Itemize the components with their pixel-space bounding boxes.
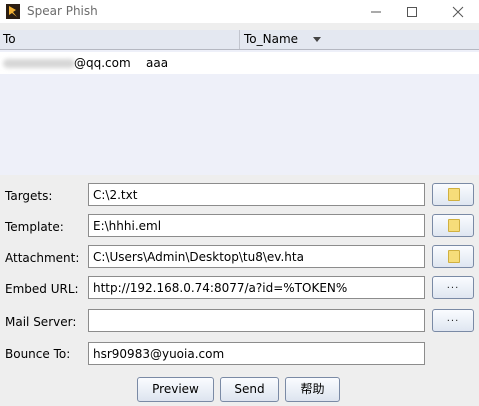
close-icon — [452, 6, 464, 18]
mail-server-label: Mail Server: — [5, 315, 77, 329]
mail-server-settings-button[interactable]: ... — [432, 309, 474, 332]
ellipsis-icon: ... — [446, 280, 460, 291]
folder-icon — [448, 188, 460, 201]
targets-label: Targets: — [5, 189, 53, 203]
table-row[interactable]: @qq.com aaa — [0, 52, 479, 74]
targets-browse-button[interactable] — [432, 183, 474, 206]
column-header-label: To_Name — [244, 32, 299, 46]
maximize-button[interactable] — [396, 0, 428, 23]
template-browse-button[interactable] — [432, 214, 474, 237]
row-email: @qq.com — [74, 56, 131, 70]
ellipsis-icon: ... — [446, 313, 460, 324]
close-button[interactable] — [442, 0, 474, 23]
bounce-to-label: Bounce To: — [5, 347, 71, 361]
folder-icon — [448, 250, 460, 263]
redacted-email-prefix — [3, 59, 75, 68]
targets-table[interactable]: To To_Name @qq.com aaa — [0, 30, 479, 175]
attachment-label: Attachment: — [5, 251, 80, 265]
column-header-to[interactable]: To — [0, 30, 240, 49]
sort-descending-icon — [313, 37, 321, 42]
mail-server-field[interactable] — [88, 309, 425, 332]
app-icon — [6, 4, 20, 19]
attachment-field[interactable] — [88, 245, 425, 268]
window-title: Spear Phish — [27, 4, 98, 18]
send-button[interactable]: Send — [220, 377, 279, 402]
table-header: To To_Name — [0, 30, 479, 50]
targets-field[interactable] — [88, 183, 425, 206]
template-field[interactable] — [88, 214, 425, 237]
help-button[interactable]: 帮助 — [285, 377, 340, 402]
folder-icon — [448, 219, 460, 232]
column-header-to-name[interactable]: To_Name — [241, 30, 479, 49]
embed-url-label: Embed URL: — [5, 282, 79, 296]
embed-url-field[interactable] — [88, 276, 425, 299]
maximize-icon — [407, 7, 417, 17]
bounce-to-field[interactable] — [88, 342, 425, 365]
minimize-button[interactable] — [360, 0, 392, 23]
template-label: Template: — [5, 220, 64, 234]
preview-button[interactable]: Preview — [137, 377, 214, 402]
minimize-icon — [371, 11, 381, 13]
row-name: aaa — [146, 56, 169, 70]
attachment-browse-button[interactable] — [432, 245, 474, 268]
title-bar: Spear Phish — [0, 0, 479, 23]
embed-url-browse-button[interactable]: ... — [432, 276, 474, 299]
